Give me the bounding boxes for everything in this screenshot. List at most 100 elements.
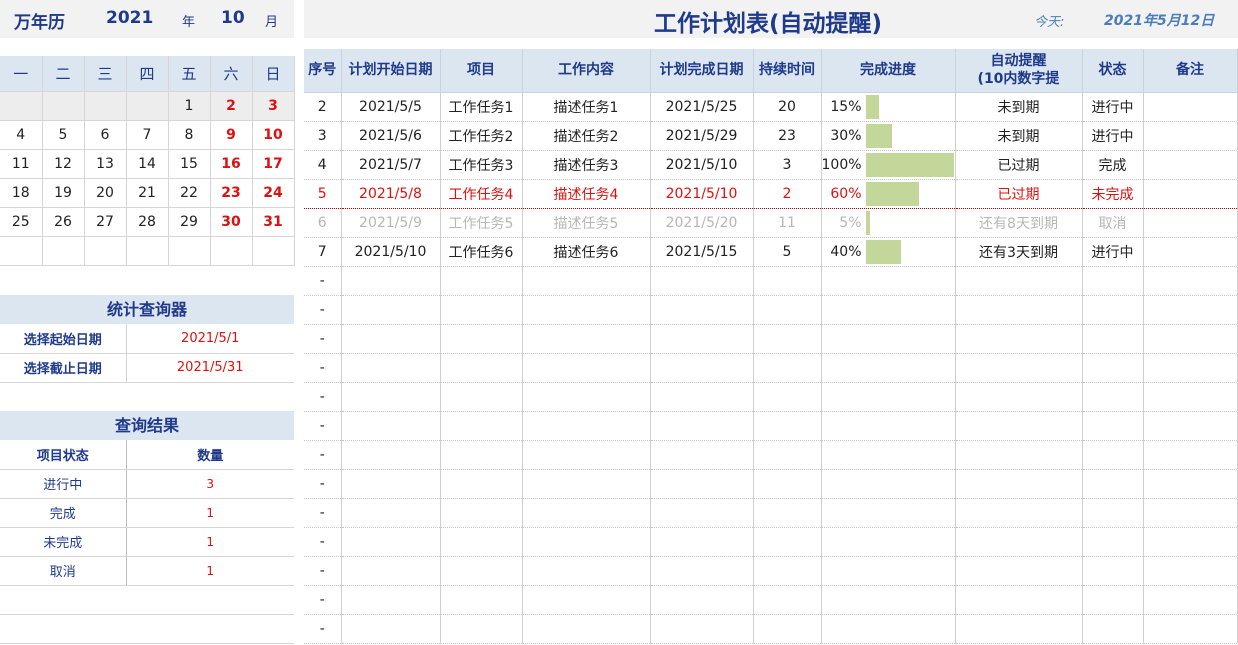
empty-cell[interactable] <box>650 498 754 528</box>
empty-cell[interactable] <box>753 295 822 325</box>
empty-cell[interactable] <box>1082 440 1144 470</box>
empty-cell[interactable]: - <box>304 266 342 296</box>
empty-cell[interactable] <box>341 353 441 383</box>
calendar-day[interactable]: 6 <box>84 120 127 150</box>
calendar-day[interactable] <box>42 91 85 121</box>
empty-cell[interactable] <box>1143 527 1238 557</box>
task-item[interactable]: 工作任务3 <box>440 150 523 180</box>
empty-cell[interactable] <box>753 353 822 383</box>
empty-cell[interactable] <box>1143 440 1238 470</box>
task-item[interactable]: 工作任务6 <box>440 237 523 267</box>
task-start[interactable]: 2021/5/10 <box>341 237 441 267</box>
empty-cell[interactable] <box>650 469 754 499</box>
task-reminder[interactable]: 还有3天到期 <box>955 237 1083 267</box>
empty-cell[interactable] <box>341 614 441 644</box>
empty-cell[interactable]: - <box>304 353 342 383</box>
empty-cell[interactable] <box>1143 266 1238 296</box>
empty-cell[interactable] <box>522 556 651 586</box>
calendar-day[interactable] <box>126 236 169 266</box>
empty-task-row[interactable]: - <box>304 324 1238 354</box>
calendar-day[interactable]: 10 <box>252 120 295 150</box>
task-end[interactable]: 2021/5/10 <box>650 150 754 180</box>
calendar-day[interactable]: 1 <box>168 91 211 121</box>
empty-cell[interactable] <box>440 498 523 528</box>
task-row[interactable]: 7 2021/5/10 工作任务6 描述任务6 2021/5/15 5 40% 还有3天到期进… <box>304 237 1238 267</box>
empty-cell[interactable] <box>753 440 822 470</box>
empty-cell[interactable] <box>955 556 1083 586</box>
empty-cell[interactable] <box>753 382 822 412</box>
empty-cell[interactable] <box>955 382 1083 412</box>
empty-cell[interactable] <box>753 266 822 296</box>
empty-cell[interactable] <box>341 469 441 499</box>
empty-cell[interactable]: - <box>304 556 342 586</box>
task-end[interactable]: 2021/5/29 <box>650 121 754 151</box>
task-no[interactable]: 3 <box>304 121 342 151</box>
task-row[interactable]: 6 2021/5/9 工作任务5 描述任务5 2021/5/20 11 5% 还有8天到期 取消 <box>304 208 1238 238</box>
empty-cell[interactable]: - <box>304 498 342 528</box>
task-note[interactable] <box>1143 121 1238 151</box>
empty-cell[interactable] <box>955 295 1083 325</box>
task-note[interactable] <box>1143 92 1238 122</box>
empty-cell[interactable] <box>753 527 822 557</box>
calendar-day[interactable]: 17 <box>252 149 295 179</box>
calendar-day[interactable] <box>84 236 127 266</box>
empty-cell[interactable] <box>341 585 441 615</box>
task-item[interactable]: 工作任务1 <box>440 92 523 122</box>
empty-task-row[interactable]: - <box>304 266 1238 296</box>
calendar-day[interactable]: 5 <box>42 120 85 150</box>
empty-task-row[interactable]: - <box>304 585 1238 615</box>
task-reminder[interactable]: 已过期 <box>955 179 1083 209</box>
calendar-day[interactable]: 27 <box>84 207 127 237</box>
empty-cell[interactable] <box>955 585 1083 615</box>
calendar-day[interactable] <box>0 236 43 266</box>
empty-cell[interactable] <box>522 469 651 499</box>
empty-cell[interactable] <box>1143 353 1238 383</box>
empty-cell[interactable] <box>341 324 441 354</box>
task-content[interactable]: 描述任务4 <box>522 179 651 209</box>
calendar-day[interactable]: 2 <box>210 91 253 121</box>
empty-cell[interactable] <box>1082 556 1144 586</box>
empty-cell[interactable] <box>1082 527 1144 557</box>
task-item[interactable]: 工作任务5 <box>440 208 523 238</box>
empty-cell[interactable] <box>650 440 754 470</box>
calendar-day[interactable]: 28 <box>126 207 169 237</box>
empty-cell[interactable] <box>440 440 523 470</box>
empty-cell[interactable] <box>522 527 651 557</box>
calendar-day[interactable]: 11 <box>0 149 43 179</box>
end-date-value[interactable]: 2021/5/31 <box>126 353 294 383</box>
empty-cell[interactable] <box>955 266 1083 296</box>
calendar-day[interactable]: 21 <box>126 178 169 208</box>
empty-cell[interactable]: - <box>304 411 342 441</box>
task-start[interactable]: 2021/5/9 <box>341 208 441 238</box>
task-no[interactable]: 2 <box>304 92 342 122</box>
task-start[interactable]: 2021/5/8 <box>341 179 441 209</box>
empty-cell[interactable] <box>650 266 754 296</box>
empty-cell[interactable] <box>1143 556 1238 586</box>
task-no[interactable]: 4 <box>304 150 342 180</box>
task-duration[interactable]: 3 <box>753 150 822 180</box>
empty-task-row[interactable]: - <box>304 411 1238 441</box>
empty-task-row[interactable]: - <box>304 556 1238 586</box>
empty-cell[interactable] <box>1082 324 1144 354</box>
task-no[interactable]: 5 <box>304 179 342 209</box>
empty-cell[interactable] <box>522 411 651 441</box>
calendar-day[interactable]: 30 <box>210 207 253 237</box>
empty-cell[interactable] <box>650 614 754 644</box>
empty-cell[interactable] <box>753 556 822 586</box>
year-value[interactable]: 2021 <box>106 8 153 28</box>
empty-cell[interactable] <box>522 440 651 470</box>
empty-cell[interactable] <box>341 382 441 412</box>
empty-cell[interactable] <box>341 527 441 557</box>
calendar-day[interactable] <box>0 91 43 121</box>
empty-cell[interactable] <box>753 411 822 441</box>
calendar-day[interactable]: 16 <box>210 149 253 179</box>
task-note[interactable] <box>1143 237 1238 267</box>
task-status[interactable]: 完成 <box>1082 150 1144 180</box>
task-content[interactable]: 描述任务1 <box>522 92 651 122</box>
empty-cell[interactable] <box>440 411 523 441</box>
empty-cell[interactable]: - <box>304 440 342 470</box>
empty-cell[interactable] <box>1082 585 1144 615</box>
empty-cell[interactable] <box>522 324 651 354</box>
empty-cell[interactable] <box>821 324 956 354</box>
empty-cell[interactable] <box>821 411 956 441</box>
